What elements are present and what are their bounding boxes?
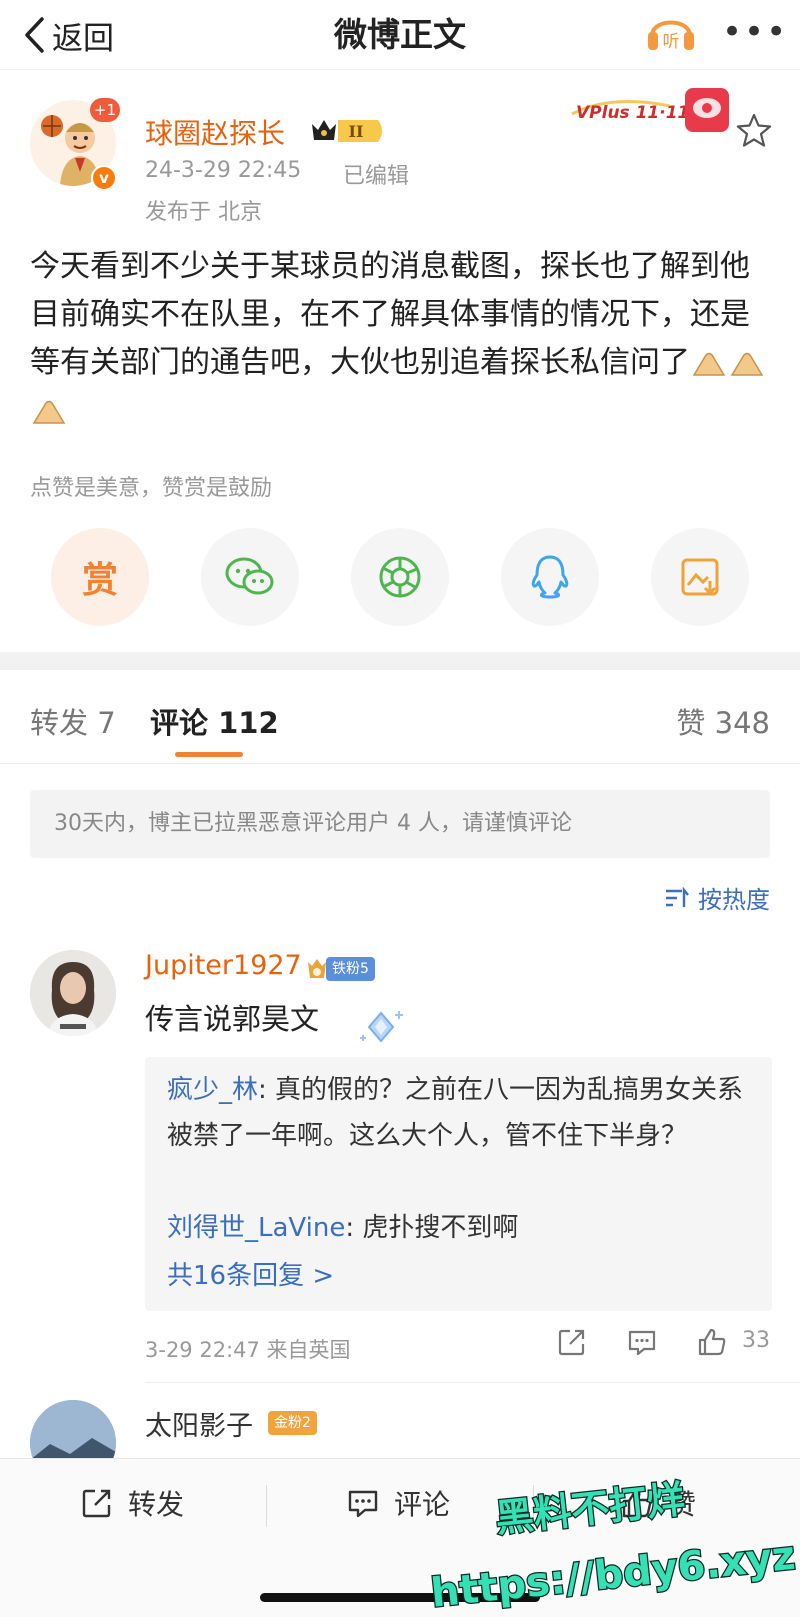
bottom-forward-button[interactable]: 转发	[80, 1483, 184, 1523]
comment-icon	[348, 1490, 378, 1518]
favorite-star-icon[interactable]	[735, 112, 773, 150]
comment-text: 传言说郭昊文	[145, 1002, 320, 1036]
share-comment-icon[interactable]	[556, 1326, 588, 1358]
post-time: 24-3-29 22:45	[145, 158, 302, 183]
reward-label: 赏	[81, 560, 118, 601]
reply-item[interactable]: 刘得世_LaVine: 虎扑搜不到啊	[167, 1205, 757, 1251]
praying-hands-icon	[692, 352, 726, 376]
fan-badge: 金粉2	[268, 1408, 317, 1438]
share-row: 赏	[0, 528, 800, 628]
reward-button[interactable]: 赏	[51, 528, 149, 626]
sort-label: 按热度	[698, 886, 770, 914]
comment-like-count: 33	[742, 1328, 770, 1353]
section-divider	[0, 652, 800, 670]
bottom-like-label: 赞	[668, 1488, 697, 1521]
edited-label: 已编辑	[343, 164, 410, 189]
sort-by-hot-button[interactable]: 按热度	[664, 880, 770, 915]
bottom-action-bar: 转发 评论 赞	[0, 1458, 800, 1617]
reward-hint: 点赞是美意，赞赏是鼓励	[30, 476, 273, 501]
fan-level-label: 铁粉5	[326, 957, 375, 981]
post-text: 今天看到不少关于某球员的消息截图，探长也了解到他目前确实不在队里，在不了解具体事…	[30, 249, 750, 380]
comment-actions: 33	[0, 1326, 800, 1362]
tab-like[interactable]: 赞 348	[676, 700, 770, 742]
more-options-button[interactable]: •••	[722, 15, 788, 49]
share-qq-button[interactable]	[501, 528, 599, 626]
wechat-icon	[225, 557, 274, 595]
svg-text:听: 听	[663, 32, 680, 52]
notification-count-badge: +1	[90, 98, 120, 122]
praying-hands-icon	[32, 400, 66, 424]
praying-hands-icon	[730, 352, 764, 376]
commenter-name[interactable]: 太阳影子	[145, 1404, 253, 1443]
top-nav-bar: 返回 微博正文 听 •••	[0, 0, 800, 70]
fan-badge: 铁粉5	[302, 954, 375, 984]
fan-level-label: 金粉2	[268, 1411, 317, 1435]
qq-icon	[531, 555, 569, 599]
reply-user[interactable]: 疯少_林	[167, 1075, 258, 1105]
share-moments-button[interactable]	[351, 528, 449, 626]
bottom-forward-label: 转发	[128, 1488, 185, 1521]
reply-item[interactable]: 疯少_林: 真的假的？之前在八一因为乱搞男女关系被禁了一年啊。这么大个人，管不住…	[167, 1067, 757, 1159]
bottom-separator	[533, 1485, 534, 1527]
forward-icon	[82, 1489, 111, 1518]
view-all-replies-link[interactable]: 共16条回复 >	[167, 1255, 334, 1292]
sort-icon	[666, 886, 689, 907]
verified-v-badge: v	[91, 165, 117, 191]
save-image-button[interactable]	[651, 528, 749, 626]
commenter-name[interactable]: Jupiter1927	[145, 950, 302, 981]
replies-box: 疯少_林: 真的假的？之前在八一因为乱搞男女关系被禁了一年啊。这么大个人，管不住…	[145, 1057, 772, 1311]
moments-icon	[379, 556, 421, 598]
bottom-like-button[interactable]: 赞	[620, 1483, 696, 1523]
listen-headphones-icon[interactable]: 听	[645, 8, 697, 54]
save-image-icon	[681, 558, 719, 596]
vplus-promo-icon[interactable]: VPlus 11·11	[570, 84, 735, 136]
reply-user[interactable]: 刘得世_LaVine	[167, 1213, 345, 1243]
bottom-comment-label: 评论	[394, 1488, 451, 1521]
home-indicator	[260, 1593, 540, 1602]
post-body: 今天看到不少关于某球员的消息截图，探长也了解到他目前确实不在队里，在不了解具体事…	[30, 243, 775, 435]
author-name[interactable]: 球圈赵探长	[145, 112, 285, 152]
svg-text:VPlus 11·11: VPlus 11·11	[576, 103, 689, 123]
sparkle-gem-icon	[360, 1011, 403, 1043]
user-photo-icon	[30, 950, 116, 1036]
bottom-comment-button[interactable]: 评论	[346, 1483, 450, 1523]
tab-forward[interactable]: 转发 7	[30, 700, 116, 742]
like-thumb-icon[interactable]	[696, 1326, 728, 1358]
comment-divider	[145, 1382, 800, 1383]
active-tab-indicator	[175, 752, 243, 757]
like-icon	[622, 1488, 652, 1518]
blocked-users-notice: 30天内，博主已拉黑恶意评论用户 4 人，请谨慎评论	[30, 790, 770, 858]
tab-divider	[0, 763, 800, 764]
reply-comment-icon[interactable]	[626, 1326, 658, 1358]
commenter-avatar[interactable]	[30, 950, 116, 1036]
reply-text: : 虎扑搜不到啊	[345, 1213, 519, 1243]
crown-level-badge: II	[312, 120, 382, 142]
bottom-separator	[266, 1485, 267, 1527]
tab-comment[interactable]: 评论 112	[150, 700, 279, 742]
svg-text:II: II	[349, 122, 364, 141]
post-location: 发布于 北京	[145, 200, 262, 225]
share-wechat-button[interactable]	[201, 528, 299, 626]
